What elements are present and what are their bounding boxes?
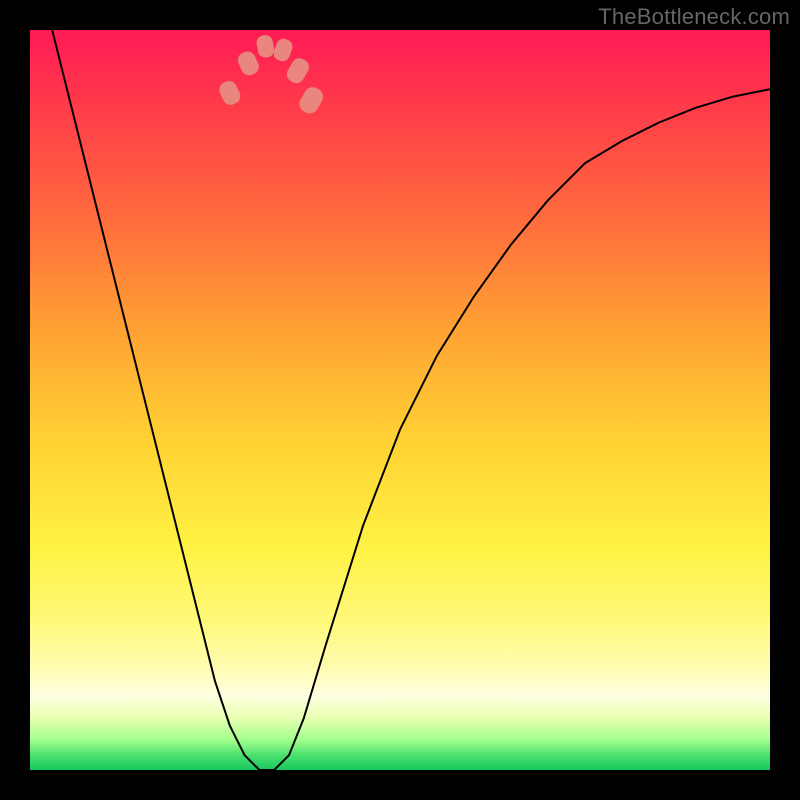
plot-area <box>30 30 770 770</box>
curve-marker <box>235 49 261 78</box>
curve-marker <box>284 55 312 86</box>
curve-marker <box>272 37 295 63</box>
curve-marker <box>217 78 243 107</box>
curve-marker <box>255 34 275 59</box>
watermark-text: TheBottleneck.com <box>598 4 790 30</box>
markers-group <box>217 34 326 117</box>
curve-marker <box>296 84 326 117</box>
curve-svg <box>30 30 770 770</box>
chart-frame: TheBottleneck.com <box>0 0 800 800</box>
bottleneck-curve <box>52 30 770 770</box>
